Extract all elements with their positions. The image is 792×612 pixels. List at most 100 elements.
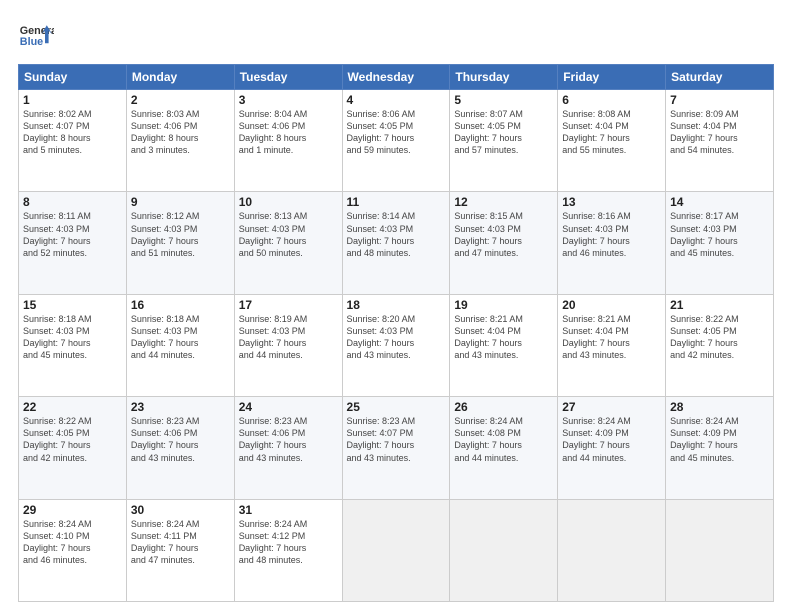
day-cell: 18Sunrise: 8:20 AM Sunset: 4:03 PM Dayli…: [342, 294, 450, 396]
day-number: 12: [454, 195, 553, 209]
day-cell: 26Sunrise: 8:24 AM Sunset: 4:08 PM Dayli…: [450, 397, 558, 499]
day-number: 20: [562, 298, 661, 312]
day-cell: 3Sunrise: 8:04 AM Sunset: 4:06 PM Daylig…: [234, 90, 342, 192]
week-row-5: 29Sunrise: 8:24 AM Sunset: 4:10 PM Dayli…: [19, 499, 774, 601]
day-cell: 25Sunrise: 8:23 AM Sunset: 4:07 PM Dayli…: [342, 397, 450, 499]
day-cell: [666, 499, 774, 601]
day-cell: 15Sunrise: 8:18 AM Sunset: 4:03 PM Dayli…: [19, 294, 127, 396]
day-cell: 7Sunrise: 8:09 AM Sunset: 4:04 PM Daylig…: [666, 90, 774, 192]
day-info: Sunrise: 8:24 AM Sunset: 4:09 PM Dayligh…: [562, 415, 661, 464]
day-cell: 21Sunrise: 8:22 AM Sunset: 4:05 PM Dayli…: [666, 294, 774, 396]
day-info: Sunrise: 8:24 AM Sunset: 4:10 PM Dayligh…: [23, 518, 122, 567]
day-number: 5: [454, 93, 553, 107]
svg-text:Blue: Blue: [20, 36, 43, 48]
day-info: Sunrise: 8:22 AM Sunset: 4:05 PM Dayligh…: [670, 313, 769, 362]
day-number: 8: [23, 195, 122, 209]
week-row-2: 8Sunrise: 8:11 AM Sunset: 4:03 PM Daylig…: [19, 192, 774, 294]
day-header-tuesday: Tuesday: [234, 65, 342, 90]
day-number: 17: [239, 298, 338, 312]
day-header-saturday: Saturday: [666, 65, 774, 90]
day-cell: 30Sunrise: 8:24 AM Sunset: 4:11 PM Dayli…: [126, 499, 234, 601]
day-info: Sunrise: 8:06 AM Sunset: 4:05 PM Dayligh…: [347, 108, 446, 157]
day-cell: 8Sunrise: 8:11 AM Sunset: 4:03 PM Daylig…: [19, 192, 127, 294]
day-cell: [558, 499, 666, 601]
day-info: Sunrise: 8:24 AM Sunset: 4:09 PM Dayligh…: [670, 415, 769, 464]
day-info: Sunrise: 8:19 AM Sunset: 4:03 PM Dayligh…: [239, 313, 338, 362]
day-cell: 24Sunrise: 8:23 AM Sunset: 4:06 PM Dayli…: [234, 397, 342, 499]
day-info: Sunrise: 8:16 AM Sunset: 4:03 PM Dayligh…: [562, 210, 661, 259]
day-number: 24: [239, 400, 338, 414]
day-header-friday: Friday: [558, 65, 666, 90]
day-cell: 29Sunrise: 8:24 AM Sunset: 4:10 PM Dayli…: [19, 499, 127, 601]
day-number: 21: [670, 298, 769, 312]
day-cell: 28Sunrise: 8:24 AM Sunset: 4:09 PM Dayli…: [666, 397, 774, 499]
day-number: 31: [239, 503, 338, 517]
day-cell: 1Sunrise: 8:02 AM Sunset: 4:07 PM Daylig…: [19, 90, 127, 192]
day-info: Sunrise: 8:12 AM Sunset: 4:03 PM Dayligh…: [131, 210, 230, 259]
day-number: 18: [347, 298, 446, 312]
day-cell: 6Sunrise: 8:08 AM Sunset: 4:04 PM Daylig…: [558, 90, 666, 192]
day-cell: 22Sunrise: 8:22 AM Sunset: 4:05 PM Dayli…: [19, 397, 127, 499]
day-cell: 5Sunrise: 8:07 AM Sunset: 4:05 PM Daylig…: [450, 90, 558, 192]
day-number: 25: [347, 400, 446, 414]
day-header-thursday: Thursday: [450, 65, 558, 90]
day-header-wednesday: Wednesday: [342, 65, 450, 90]
day-number: 4: [347, 93, 446, 107]
logo: General Blue: [18, 18, 54, 54]
day-info: Sunrise: 8:14 AM Sunset: 4:03 PM Dayligh…: [347, 210, 446, 259]
day-cell: 14Sunrise: 8:17 AM Sunset: 4:03 PM Dayli…: [666, 192, 774, 294]
day-cell: 16Sunrise: 8:18 AM Sunset: 4:03 PM Dayli…: [126, 294, 234, 396]
day-cell: 2Sunrise: 8:03 AM Sunset: 4:06 PM Daylig…: [126, 90, 234, 192]
day-cell: 11Sunrise: 8:14 AM Sunset: 4:03 PM Dayli…: [342, 192, 450, 294]
day-info: Sunrise: 8:17 AM Sunset: 4:03 PM Dayligh…: [670, 210, 769, 259]
day-number: 27: [562, 400, 661, 414]
day-cell: 19Sunrise: 8:21 AM Sunset: 4:04 PM Dayli…: [450, 294, 558, 396]
calendar-table: SundayMondayTuesdayWednesdayThursdayFrid…: [18, 64, 774, 602]
day-info: Sunrise: 8:21 AM Sunset: 4:04 PM Dayligh…: [454, 313, 553, 362]
day-number: 3: [239, 93, 338, 107]
day-number: 16: [131, 298, 230, 312]
day-info: Sunrise: 8:24 AM Sunset: 4:11 PM Dayligh…: [131, 518, 230, 567]
day-number: 2: [131, 93, 230, 107]
day-number: 29: [23, 503, 122, 517]
generalblue-logo-icon: General Blue: [18, 18, 54, 54]
day-number: 14: [670, 195, 769, 209]
day-number: 7: [670, 93, 769, 107]
day-cell: 31Sunrise: 8:24 AM Sunset: 4:12 PM Dayli…: [234, 499, 342, 601]
day-info: Sunrise: 8:15 AM Sunset: 4:03 PM Dayligh…: [454, 210, 553, 259]
day-info: Sunrise: 8:04 AM Sunset: 4:06 PM Dayligh…: [239, 108, 338, 157]
day-info: Sunrise: 8:23 AM Sunset: 4:06 PM Dayligh…: [131, 415, 230, 464]
day-cell: 20Sunrise: 8:21 AM Sunset: 4:04 PM Dayli…: [558, 294, 666, 396]
day-number: 23: [131, 400, 230, 414]
day-number: 15: [23, 298, 122, 312]
day-info: Sunrise: 8:24 AM Sunset: 4:08 PM Dayligh…: [454, 415, 553, 464]
day-info: Sunrise: 8:09 AM Sunset: 4:04 PM Dayligh…: [670, 108, 769, 157]
day-number: 13: [562, 195, 661, 209]
day-cell: 27Sunrise: 8:24 AM Sunset: 4:09 PM Dayli…: [558, 397, 666, 499]
day-number: 30: [131, 503, 230, 517]
week-row-4: 22Sunrise: 8:22 AM Sunset: 4:05 PM Dayli…: [19, 397, 774, 499]
day-info: Sunrise: 8:18 AM Sunset: 4:03 PM Dayligh…: [131, 313, 230, 362]
day-cell: 9Sunrise: 8:12 AM Sunset: 4:03 PM Daylig…: [126, 192, 234, 294]
day-cell: 10Sunrise: 8:13 AM Sunset: 4:03 PM Dayli…: [234, 192, 342, 294]
day-number: 9: [131, 195, 230, 209]
day-cell: 23Sunrise: 8:23 AM Sunset: 4:06 PM Dayli…: [126, 397, 234, 499]
day-number: 28: [670, 400, 769, 414]
day-info: Sunrise: 8:21 AM Sunset: 4:04 PM Dayligh…: [562, 313, 661, 362]
day-info: Sunrise: 8:07 AM Sunset: 4:05 PM Dayligh…: [454, 108, 553, 157]
day-info: Sunrise: 8:08 AM Sunset: 4:04 PM Dayligh…: [562, 108, 661, 157]
day-header-monday: Monday: [126, 65, 234, 90]
day-header-sunday: Sunday: [19, 65, 127, 90]
day-info: Sunrise: 8:11 AM Sunset: 4:03 PM Dayligh…: [23, 210, 122, 259]
week-row-1: 1Sunrise: 8:02 AM Sunset: 4:07 PM Daylig…: [19, 90, 774, 192]
day-number: 1: [23, 93, 122, 107]
day-cell: 4Sunrise: 8:06 AM Sunset: 4:05 PM Daylig…: [342, 90, 450, 192]
day-cell: 13Sunrise: 8:16 AM Sunset: 4:03 PM Dayli…: [558, 192, 666, 294]
day-info: Sunrise: 8:24 AM Sunset: 4:12 PM Dayligh…: [239, 518, 338, 567]
day-cell: [342, 499, 450, 601]
day-info: Sunrise: 8:02 AM Sunset: 4:07 PM Dayligh…: [23, 108, 122, 157]
day-info: Sunrise: 8:22 AM Sunset: 4:05 PM Dayligh…: [23, 415, 122, 464]
day-cell: 12Sunrise: 8:15 AM Sunset: 4:03 PM Dayli…: [450, 192, 558, 294]
day-info: Sunrise: 8:18 AM Sunset: 4:03 PM Dayligh…: [23, 313, 122, 362]
day-info: Sunrise: 8:23 AM Sunset: 4:06 PM Dayligh…: [239, 415, 338, 464]
